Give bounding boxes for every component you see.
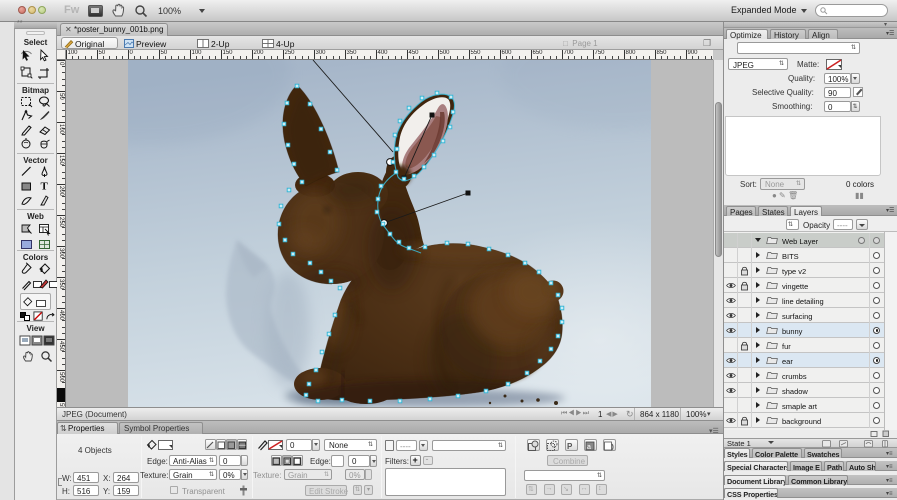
svg-text:T: T	[41, 181, 49, 193]
svg-text:a: a	[587, 444, 591, 451]
svg-text:P: P	[567, 442, 573, 451]
